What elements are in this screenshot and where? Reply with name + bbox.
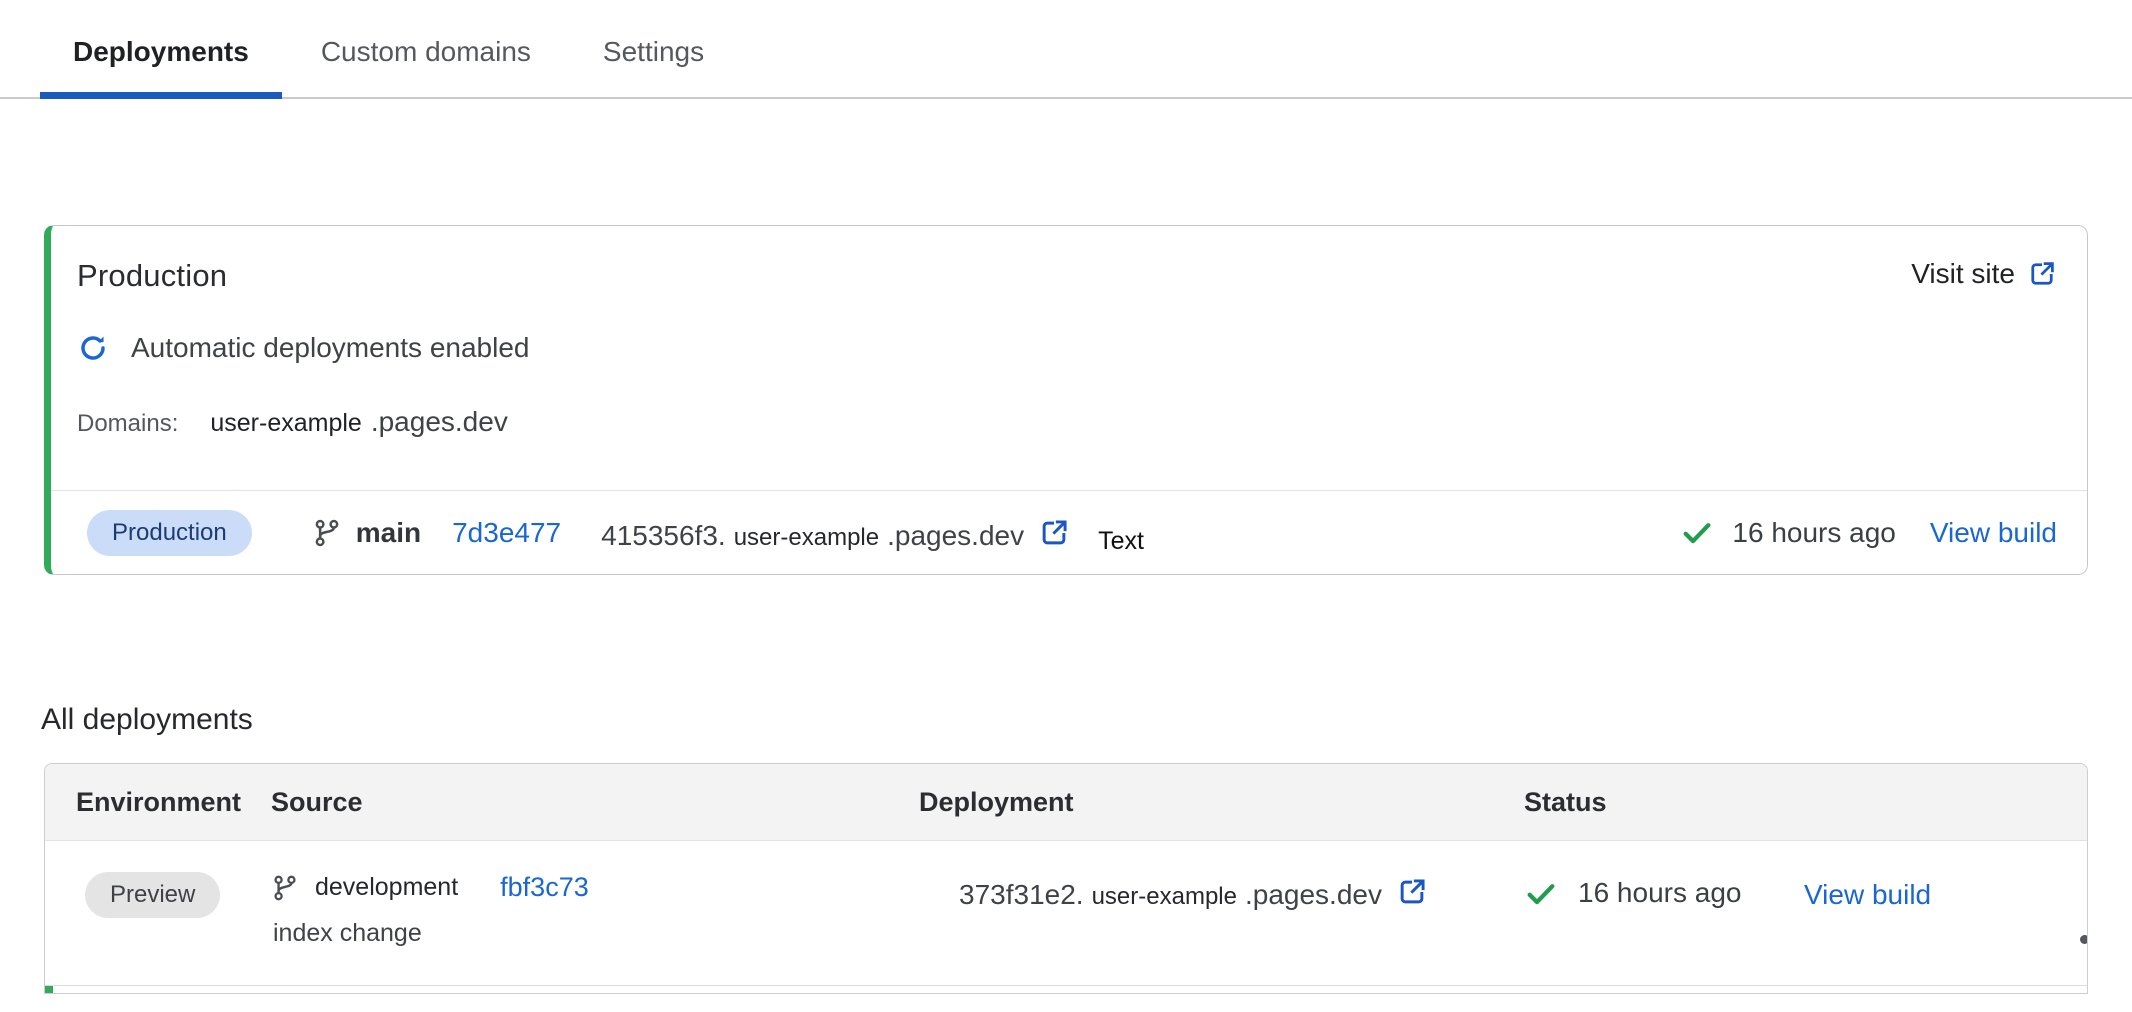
deployment-url-domain: user-example	[1092, 883, 1237, 911]
production-deployment-row: Production main 7d3e477 415356f3. user-e…	[51, 491, 2087, 574]
visit-site-label: Visit site	[1911, 258, 2015, 290]
column-header-status: Status	[1524, 787, 1804, 818]
external-link-icon[interactable]	[1396, 876, 1428, 908]
git-branch-icon	[271, 874, 299, 902]
view-build-link[interactable]: View build	[1804, 879, 1931, 910]
domain-name: user-example	[210, 409, 361, 438]
deployment-time: 16 hours ago	[1578, 877, 1741, 909]
environment-badge-preview: Preview	[85, 872, 220, 918]
column-header-environment: Environment	[45, 787, 271, 818]
auto-deployments-text: Automatic deployments enabled	[131, 332, 529, 364]
domain-suffix: .pages.dev	[371, 406, 508, 438]
tab-custom-domains[interactable]: Custom domains	[288, 36, 564, 99]
column-header-source: Source	[271, 787, 919, 818]
commit-link[interactable]: 7d3e477	[452, 517, 561, 549]
table-row: Preview development fbf3c73 index change	[45, 841, 2087, 986]
external-link-icon	[2027, 259, 2057, 289]
text-annotation: Text	[1098, 527, 1144, 556]
deployment-url-suffix: .pages.dev	[887, 520, 1024, 552]
check-success-icon	[1524, 877, 1558, 911]
commit-message: index change	[271, 919, 919, 948]
table-header-row: Environment Source Deployment Status	[45, 764, 2087, 841]
branch-name: main	[356, 517, 421, 549]
production-card-title: Production	[77, 258, 227, 294]
deployment-url-domain: user-example	[734, 524, 879, 552]
more-options-icon[interactable]	[2004, 841, 2088, 985]
view-build-link[interactable]: View build	[1930, 517, 2057, 549]
check-success-icon	[1680, 516, 1714, 550]
deployment-time: 16 hours ago	[1732, 517, 1895, 549]
tab-deployments[interactable]: Deployments	[40, 36, 282, 99]
deployment-url-prefix: 415356f3.	[601, 520, 726, 552]
domains-label: Domains:	[77, 410, 178, 438]
external-link-icon[interactable]	[1038, 517, 1070, 549]
environment-badge-production: Production	[87, 510, 252, 556]
next-row-partial	[45, 986, 2087, 993]
branch-name: development	[315, 873, 458, 902]
deployment-url-prefix: 373f31e2.	[959, 879, 1084, 911]
tab-settings[interactable]: Settings	[570, 36, 737, 99]
deployment-url: 415356f3. user-example .pages.dev	[601, 513, 1070, 552]
git-branch-icon	[312, 518, 342, 548]
tab-bar: Deployments Custom domains Settings	[0, 0, 2132, 99]
visit-site-link[interactable]: Visit site	[1911, 258, 2057, 290]
all-deployments-title: All deployments	[41, 703, 2132, 737]
refresh-icon	[77, 332, 109, 364]
commit-link[interactable]: fbf3c73	[500, 872, 589, 903]
deployments-table: Environment Source Deployment Status Pre…	[44, 763, 2088, 994]
column-header-deployment: Deployment	[919, 787, 1524, 818]
production-card: Production Visit site Automatic deployme…	[44, 225, 2088, 575]
production-accent-bar	[45, 986, 53, 993]
deployment-url: 373f31e2. user-example .pages.dev	[959, 872, 1524, 911]
deployment-url-suffix: .pages.dev	[1245, 879, 1382, 911]
